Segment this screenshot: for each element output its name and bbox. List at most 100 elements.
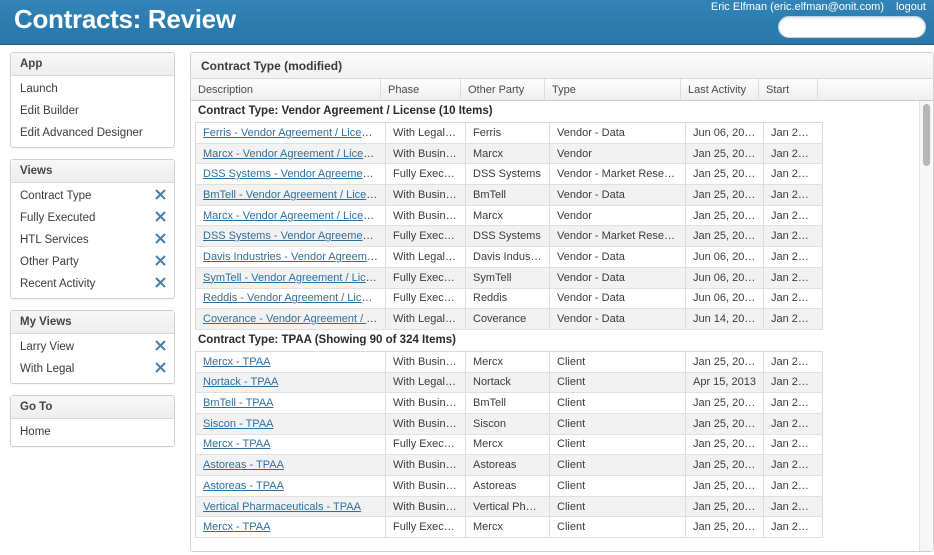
cell-description[interactable]: Nortack - TPAA <box>195 372 386 394</box>
sidebar-item-with-legal[interactable]: With Legal <box>11 358 174 380</box>
table-row[interactable]: SymTell - Vendor Agreement / License Full… <box>195 267 823 289</box>
column-header-blank[interactable] <box>818 79 933 101</box>
cell-description[interactable]: Marcx - Vendor Agreement / License <box>195 205 386 227</box>
record-link[interactable]: SymTell - Vendor Agreement / License <box>203 272 385 284</box>
sidebar-item-home[interactable]: Home <box>11 421 174 443</box>
table-row[interactable]: Marcx - Vendor Agreement / License With B… <box>195 143 823 165</box>
sidebar-panel: My Views Larry View With Legal <box>10 310 175 384</box>
cell-description[interactable]: Ferris - Vendor Agreement / License <box>195 122 386 144</box>
column-header-other-party[interactable]: Other Party <box>461 79 545 101</box>
table-row[interactable]: DSS Systems - Vendor Agreement / License… <box>195 163 823 186</box>
cell-description[interactable]: SymTell - Vendor Agreement / License <box>195 267 386 289</box>
table-row[interactable]: Astoreas - TPAA With Business Astoreas Clie… <box>195 454 823 476</box>
search-input[interactable] <box>779 17 925 37</box>
cell-description[interactable]: Mercx - TPAA <box>195 516 386 539</box>
sidebar: App Launch Edit Builder Edit Advanced Desig… <box>10 52 175 458</box>
cell-description[interactable]: Siscon - TPAA <box>195 413 386 435</box>
table-row[interactable]: Mercx - TPAA Fully Executed Mercx Client Jan… <box>195 516 823 539</box>
cell-description[interactable]: Reddis - Vendor Agreement / License <box>195 288 386 310</box>
cell-last-activity: Jan 25, 2013 <box>685 496 764 518</box>
record-link[interactable]: Astoreas - TPAA <box>203 459 284 471</box>
cell-description[interactable]: Mercx - TPAA <box>195 434 386 456</box>
cell-description[interactable]: Davis Industries - Vendor Agreement / Li… <box>195 246 386 268</box>
sidebar-item-edit-builder[interactable]: Edit Builder <box>11 100 174 122</box>
record-link[interactable]: BmTell - TPAA <box>203 397 274 409</box>
record-link[interactable]: Nortack - TPAA <box>203 376 278 388</box>
close-icon[interactable] <box>155 362 167 374</box>
column-header-description[interactable]: Description <box>191 79 381 101</box>
table-row[interactable]: Vertical Pharmaceuticals - TPAA With Busi… <box>195 496 823 518</box>
close-icon[interactable] <box>155 277 167 289</box>
cell-other-party: Mercx <box>465 516 550 539</box>
cell-type: Vendor - Data <box>549 267 686 289</box>
record-link[interactable]: BmTell - Vendor Agreement / License <box>203 189 384 201</box>
cell-description[interactable]: Astoreas - TPAA <box>195 475 386 497</box>
sidebar-item-recent-activity[interactable]: Recent Activity <box>11 273 174 295</box>
sidebar-item-larry-view[interactable]: Larry View <box>11 336 174 358</box>
search-box[interactable] <box>778 16 926 38</box>
grid-table: Ferris - Vendor Agreement / License With … <box>195 122 823 330</box>
cell-last-activity: Jan 25, 2013 <box>685 434 764 456</box>
sidebar-item-contract-type[interactable]: Contract Type <box>11 185 174 207</box>
cell-phase: With Legal / VP <box>385 246 466 268</box>
column-header-type[interactable]: Type <box>545 79 681 101</box>
close-icon[interactable] <box>155 211 167 223</box>
cell-description[interactable]: BmTell - TPAA <box>195 392 386 414</box>
cell-other-party: Reddis <box>465 288 550 310</box>
column-header-last-activity[interactable]: Last Activity <box>681 79 759 101</box>
record-link[interactable]: Coverance - Vendor Agreement / License <box>203 313 385 325</box>
table-row[interactable]: Astoreas - TPAA With Business Astoreas Clie… <box>195 475 823 497</box>
cell-description[interactable]: DSS Systems - Vendor Agreement / License <box>195 163 386 186</box>
table-row[interactable]: Marcx - Vendor Agreement / License With B… <box>195 205 823 227</box>
column-header-start[interactable]: Start <box>759 79 818 101</box>
record-link[interactable]: DSS Systems - Vendor Agreement / License <box>203 168 385 180</box>
vertical-scrollbar-thumb[interactable] <box>923 104 930 166</box>
table-row[interactable]: BmTell - Vendor Agreement / License With … <box>195 184 823 206</box>
column-header-phase[interactable]: Phase <box>381 79 461 101</box>
sidebar-item-htl-services[interactable]: HTL Services <box>11 229 174 251</box>
close-icon[interactable] <box>155 255 167 267</box>
table-row[interactable]: Reddis - Vendor Agreement / License Fully… <box>195 288 823 310</box>
record-link[interactable]: Mercx - TPAA <box>203 438 270 450</box>
record-link[interactable]: Ferris - Vendor Agreement / License <box>203 127 379 139</box>
table-row[interactable]: Ferris - Vendor Agreement / License With … <box>195 122 823 144</box>
cell-phase: With Business <box>385 392 466 414</box>
table-row[interactable]: BmTell - TPAA With Business BmTell Client Ja… <box>195 392 823 414</box>
table-row[interactable]: Coverance - Vendor Agreement / License Wi… <box>195 308 823 330</box>
table-row[interactable]: Mercx - TPAA With Business Mercx Client Jan … <box>195 351 823 373</box>
logout-link[interactable]: logout <box>896 1 926 13</box>
sidebar-item-launch[interactable]: Launch <box>11 78 174 100</box>
sidebar-item-other-party[interactable]: Other Party <box>11 251 174 273</box>
record-link[interactable]: Marcx - Vendor Agreement / License <box>203 148 381 160</box>
table-row[interactable]: Mercx - TPAA Fully Executed Mercx Client Jan… <box>195 434 823 456</box>
cell-description[interactable]: Coverance - Vendor Agreement / License <box>195 308 386 330</box>
close-icon[interactable] <box>155 189 167 201</box>
record-link[interactable]: Marcx - Vendor Agreement / License <box>203 210 381 222</box>
cell-description[interactable]: Marcx - Vendor Agreement / License <box>195 143 386 165</box>
cell-description[interactable]: Vertical Pharmaceuticals - TPAA <box>195 496 386 518</box>
record-link[interactable]: Vertical Pharmaceuticals - TPAA <box>203 501 361 513</box>
record-link[interactable]: Astoreas - TPAA <box>203 480 284 492</box>
record-link[interactable]: Davis Industries - Vendor Agreement / Li… <box>203 251 385 263</box>
sidebar-item-edit-advanced-designer[interactable]: Edit Advanced Designer <box>11 122 174 144</box>
record-link[interactable]: Mercx - TPAA <box>203 521 270 533</box>
record-link[interactable]: Mercx - TPAA <box>203 356 270 368</box>
cell-description[interactable]: Mercx - TPAA <box>195 351 386 373</box>
grid-scroll-viewport[interactable]: Contract Type: Vendor Agreement / Licens… <box>191 101 933 551</box>
sidebar-item-fully-executed[interactable]: Fully Executed <box>11 207 174 229</box>
table-row[interactable]: Nortack - TPAA With Legal / VP Nortack Clie… <box>195 372 823 394</box>
cell-description[interactable]: Astoreas - TPAA <box>195 454 386 476</box>
record-link[interactable]: Reddis - Vendor Agreement / License <box>203 292 385 304</box>
vertical-scrollbar[interactable] <box>919 101 932 551</box>
table-row[interactable]: Davis Industries - Vendor Agreement / Li… <box>195 246 823 268</box>
sidebar-item-label: Home <box>20 426 51 438</box>
table-row[interactable]: Siscon - TPAA With Business Siscon Client Ja… <box>195 413 823 435</box>
close-icon[interactable] <box>155 233 167 245</box>
close-icon[interactable] <box>155 340 167 352</box>
cell-description[interactable]: DSS Systems - Vendor Agreement / License <box>195 225 386 248</box>
record-link[interactable]: Siscon - TPAA <box>203 418 274 430</box>
record-link[interactable]: DSS Systems - Vendor Agreement / License <box>203 230 385 242</box>
cell-description[interactable]: BmTell - Vendor Agreement / License <box>195 184 386 206</box>
cell-last-activity: Jan 25, 2013 <box>685 351 764 373</box>
table-row[interactable]: DSS Systems - Vendor Agreement / License… <box>195 225 823 248</box>
